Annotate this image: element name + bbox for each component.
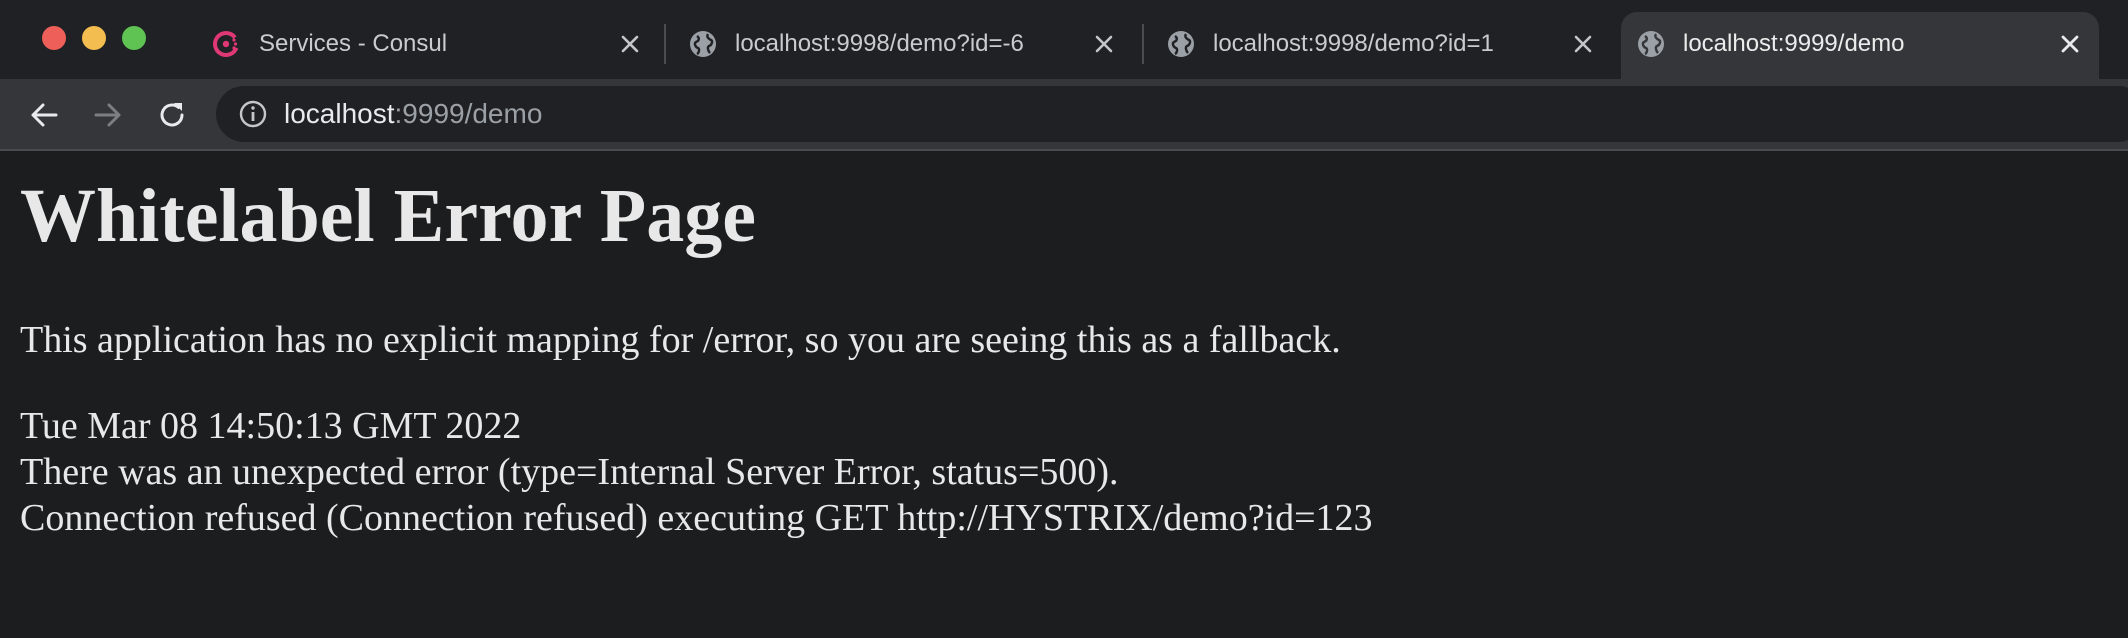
browser-window: Services - Consul localhost:9998/demo?id… bbox=[0, 0, 2128, 638]
forward-button[interactable] bbox=[90, 97, 126, 133]
globe-icon bbox=[688, 29, 718, 59]
reload-button[interactable] bbox=[154, 97, 190, 133]
minimize-window-button[interactable] bbox=[82, 26, 106, 50]
tab-strip: Services - Consul localhost:9998/demo?id… bbox=[0, 0, 2128, 79]
tab-title: localhost:9998/demo?id=-6 bbox=[735, 30, 1024, 57]
tab-localhost-9999-demo[interactable]: localhost:9999/demo bbox=[1621, 12, 2099, 79]
tab-services-consul[interactable]: Services - Consul bbox=[197, 12, 659, 79]
error-type-status: There was an unexpected error (type=Inte… bbox=[20, 451, 1119, 493]
tab-localhost-9998-demo-id-1[interactable]: localhost:9998/demo?id=1 bbox=[1151, 12, 1612, 79]
tab-separator bbox=[664, 24, 666, 64]
close-tab-icon[interactable] bbox=[1568, 29, 1598, 59]
tab-title: localhost:9998/demo?id=1 bbox=[1213, 30, 1494, 57]
arrow-right-icon bbox=[94, 103, 121, 127]
tab-title: localhost:9999/demo bbox=[1683, 30, 1905, 57]
consul-logo-icon bbox=[212, 29, 242, 59]
info-icon[interactable] bbox=[238, 99, 268, 129]
close-tab-icon[interactable] bbox=[615, 29, 645, 59]
page-title: Whitelabel Error Page bbox=[20, 174, 756, 258]
globe-icon bbox=[1636, 29, 1666, 59]
tab-title: Services - Consul bbox=[259, 30, 448, 57]
maximize-window-button[interactable] bbox=[122, 26, 146, 50]
url-host: localhost bbox=[284, 98, 395, 129]
browser-toolbar: localhost:9999/demo bbox=[0, 79, 2128, 151]
error-timestamp: Tue Mar 08 14:50:13 GMT 2022 bbox=[20, 405, 522, 447]
reload-icon bbox=[160, 103, 184, 127]
address-bar[interactable]: localhost:9999/demo bbox=[216, 86, 2128, 142]
close-window-button[interactable] bbox=[42, 26, 66, 50]
error-detail: Connection refused (Connection refused) … bbox=[20, 497, 1373, 539]
arrow-left-icon bbox=[31, 103, 58, 127]
tab-localhost-9998-demo-id-minus-6[interactable]: localhost:9998/demo?id=-6 bbox=[673, 12, 1133, 79]
tab-separator bbox=[1142, 24, 1144, 64]
url-path: :9999/demo bbox=[394, 98, 543, 129]
url-text[interactable]: localhost:9999/demo bbox=[284, 98, 542, 130]
back-button[interactable] bbox=[26, 97, 62, 133]
close-tab-icon[interactable] bbox=[1089, 29, 1119, 59]
error-message: This application has no explicit mapping… bbox=[20, 319, 1341, 361]
page-content: Whitelabel Error Page This application h… bbox=[0, 151, 2128, 638]
globe-icon bbox=[1166, 29, 1196, 59]
close-tab-icon[interactable] bbox=[2055, 29, 2085, 59]
